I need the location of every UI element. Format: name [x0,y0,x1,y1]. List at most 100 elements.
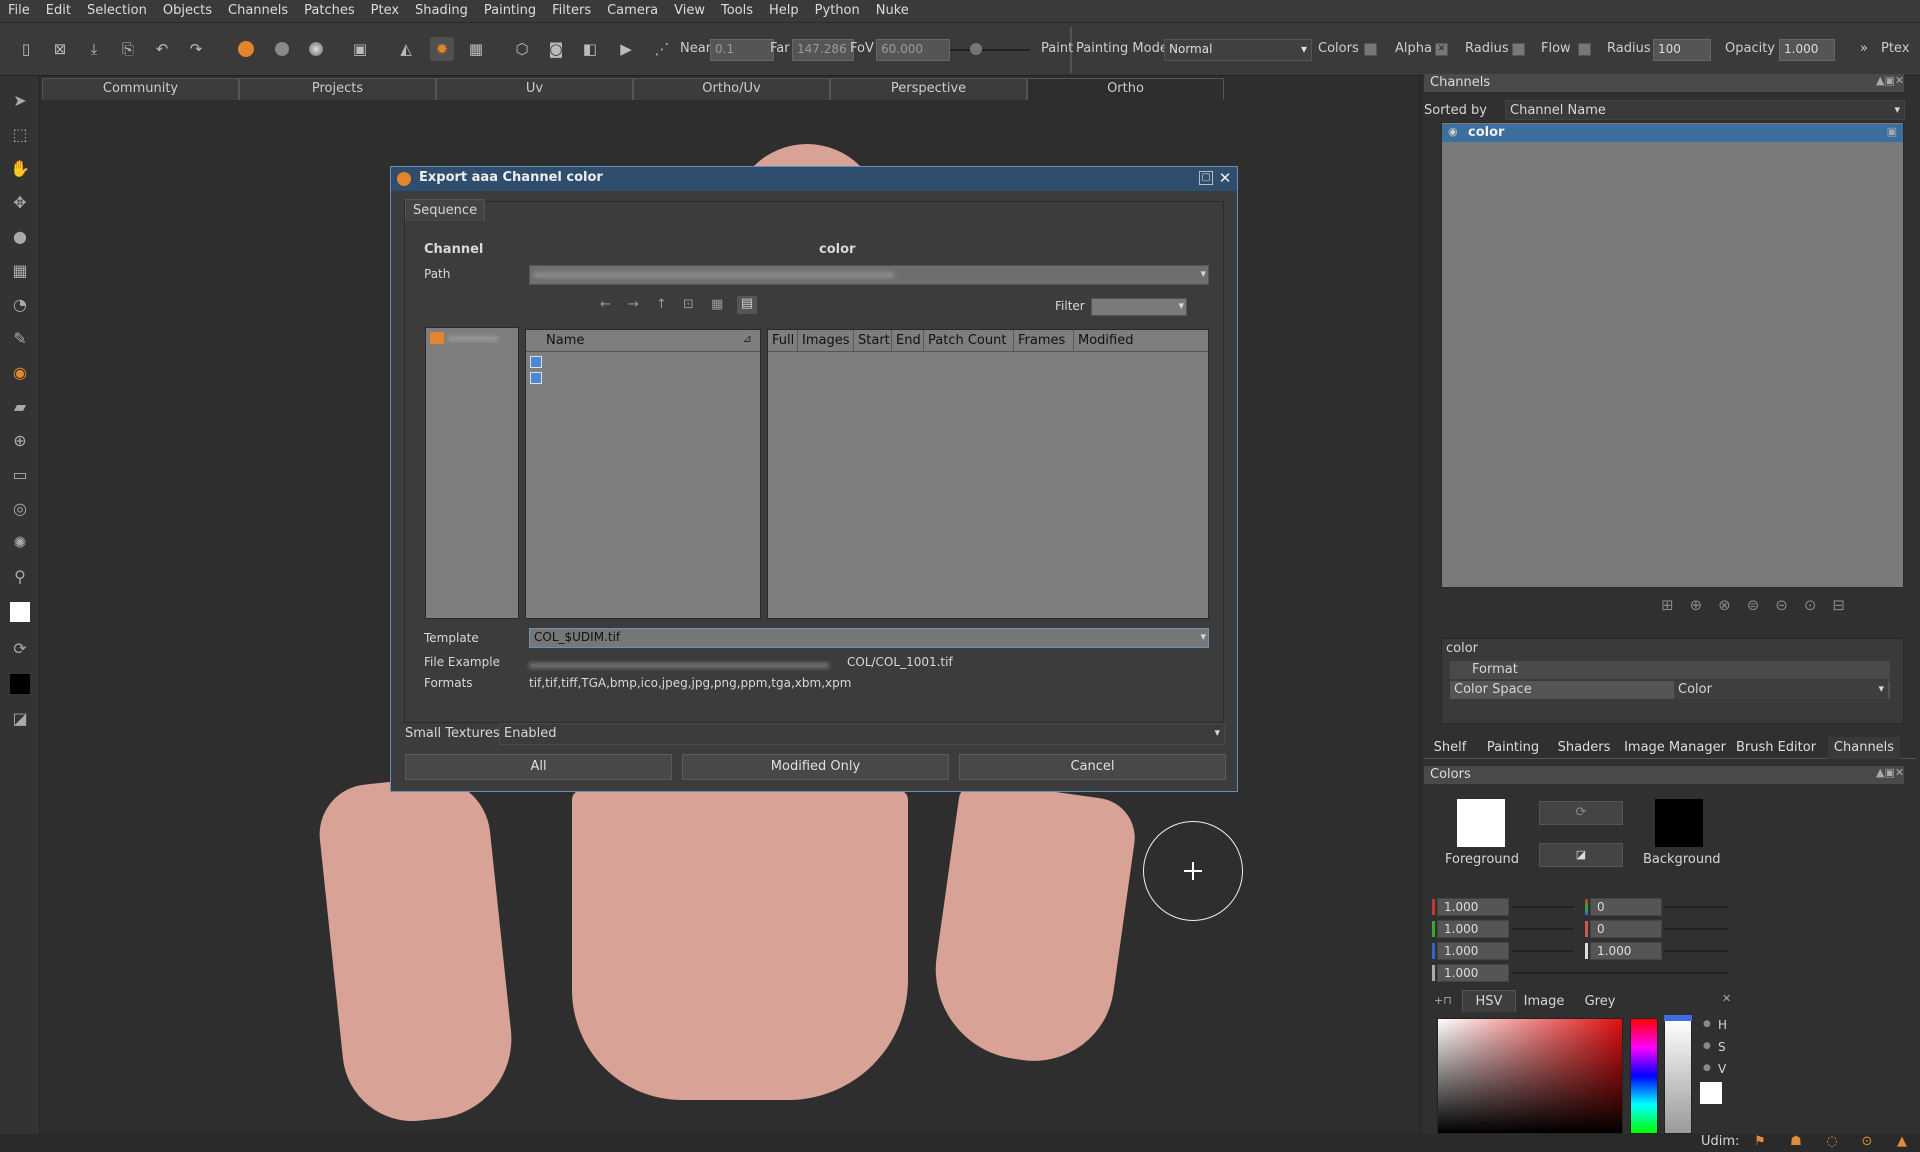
v-radio-icon[interactable]: ● [1703,1063,1711,1073]
tab-ortho[interactable]: Ortho [1027,78,1224,100]
new-file-icon[interactable]: ▯ [14,37,38,61]
flow-checkbox[interactable] [1578,43,1591,56]
fg-blue-slider[interactable] [1512,950,1574,952]
smudge-icon[interactable]: ◔ [8,292,32,316]
tab-ortho-uv[interactable]: Ortho/Uv [633,78,830,100]
layer-icon[interactable]: ◧ [578,37,602,61]
target-icon[interactable]: ⊙ [1859,1135,1875,1149]
menu-patches[interactable]: Patches [296,0,362,22]
name-column-header[interactable]: Name [542,330,742,352]
grid-select-icon[interactable]: ▦ [8,258,32,282]
menu-view[interactable]: View [666,0,713,22]
background-color-swatch[interactable] [1655,799,1703,847]
udim-icon[interactable]: ⚑ [1752,1135,1768,1149]
frame-icon[interactable]: ▣ [348,37,372,61]
tab-perspective[interactable]: Perspective [830,78,1027,100]
path-combobox[interactable]: ▾ [529,265,1209,285]
background-swatch[interactable] [8,672,32,696]
tab-shelf[interactable]: Shelf [1428,737,1472,759]
back-icon[interactable]: ← [600,297,611,312]
value-slider[interactable] [1665,950,1728,952]
add-swatch-icon[interactable]: +⊓ [1434,994,1452,1007]
panel-float-icon[interactable]: ▲▣✕ [1876,766,1904,779]
sorted-by-select[interactable]: Channel Name ▾ [1505,100,1905,120]
drop-icon[interactable]: ● [8,224,32,248]
painting-mode-select[interactable]: Normal ▾ [1164,39,1312,61]
fov-field[interactable]: 60.000 [876,39,950,61]
camera-icon[interactable]: ◙ [544,37,568,61]
value-strip[interactable] [1664,1018,1692,1134]
far-field[interactable]: 147.286 [792,39,854,61]
swap-colors-button[interactable]: ⟳ [1539,801,1623,825]
move-icon[interactable]: ✥ [8,190,32,214]
eraser-icon[interactable]: ▰ [8,394,32,418]
menu-objects[interactable]: Objects [155,0,220,22]
menu-selection[interactable]: Selection [79,0,155,22]
paint-brush-icon[interactable]: ◉ [8,360,32,384]
tab-community[interactable]: Community [42,78,239,100]
forward-icon[interactable]: → [628,297,639,312]
list-view-icon[interactable]: ▦ [711,297,723,312]
saturation-slider[interactable] [1665,928,1728,930]
brush-icon[interactable]: ✹ [430,37,454,61]
menu-nuke[interactable]: Nuke [868,0,917,22]
shaded-sphere-icon[interactable] [270,37,294,61]
menu-help[interactable]: Help [761,0,807,22]
up-icon[interactable]: ↑ [656,297,667,312]
lock-icon[interactable]: ☗ [1788,1135,1804,1149]
tab-shaders[interactable]: Shaders [1552,737,1616,759]
cancel-button[interactable]: Cancel [959,754,1226,780]
swap-colors-icon[interactable]: ⟳ [8,636,32,660]
import-icon[interactable]: ⤓ [82,37,106,61]
close-icon[interactable]: ✕ [1722,992,1731,1005]
channel-settings-icon[interactable]: ▣ [1887,125,1897,138]
pan-hand-icon[interactable]: ✋ [8,156,32,180]
fg-green-field[interactable]: 1.000 [1437,920,1509,938]
gradient-icon[interactable]: ▭ [8,462,32,486]
graph-icon[interactable]: ⋰ [650,37,674,61]
near-field[interactable]: 0.1 [710,39,774,61]
refresh-icon[interactable]: ◌ [1824,1135,1840,1149]
value-strip-indicator[interactable] [1664,1015,1692,1021]
channel-action-icons[interactable]: ⊞⊕⊗⊜⊝⊙⊟ [1661,596,1901,618]
paint-sphere-icon[interactable] [234,37,258,61]
modified-only-button[interactable]: Modified Only [682,754,949,780]
fg-red-field[interactable]: 1.000 [1437,898,1509,916]
tab-uv[interactable]: Uv [436,78,633,100]
blur-icon[interactable]: ◎ [8,496,32,520]
saturation-value-picker[interactable] [1437,1018,1623,1134]
sequence-table[interactable]: Full Images Start End Patch Count Frames… [767,329,1209,619]
fg-green-slider[interactable] [1512,928,1574,930]
menu-edit[interactable]: Edit [38,0,79,22]
small-textures-select[interactable]: Enabled ▾ [499,723,1225,745]
detail-view-icon[interactable]: ▤ [737,296,757,314]
menu-filters[interactable]: Filters [544,0,599,22]
tab-grey[interactable]: Grey [1574,992,1626,1012]
menu-painting[interactable]: Painting [476,0,544,22]
redo-icon[interactable]: ↷ [184,37,208,61]
fg-alpha-field[interactable]: 1.000 [1437,964,1509,982]
eyedropper-icon[interactable]: ⚲ [8,564,32,588]
close-file-icon[interactable]: ⊠ [48,37,72,61]
maximize-icon[interactable]: ▢ [1199,171,1213,185]
cube-icon[interactable]: ⬡ [510,37,534,61]
hue-field[interactable]: 0 [1590,898,1662,916]
hue-strip[interactable] [1630,1018,1658,1134]
radius-checkbox[interactable] [1512,43,1525,56]
folder-icon[interactable] [530,372,542,384]
menu-python[interactable]: Python [807,0,868,22]
reset-colors-button[interactable]: ◪ [1539,843,1623,867]
fg-red-slider[interactable] [1512,906,1574,908]
channels-list[interactable]: ◉ color ▣ [1441,122,1904,588]
col-full[interactable]: Full [768,330,798,352]
panel-float-icon[interactable]: ▲▣✕ [1876,74,1904,87]
tab-brush-editor[interactable]: Brush Editor [1734,737,1818,759]
s-radio-icon[interactable]: ● [1703,1041,1711,1051]
filter-combobox[interactable]: ▾ [1091,298,1187,316]
col-end[interactable]: End [892,330,924,352]
foreground-color-swatch[interactable] [1457,799,1505,847]
grid-icon[interactable]: ▦ [464,37,488,61]
template-value[interactable]: COL_$UDIM.tif [534,630,620,644]
col-modified[interactable]: Modified [1074,330,1208,352]
col-patch-count[interactable]: Patch Count [924,330,1014,352]
